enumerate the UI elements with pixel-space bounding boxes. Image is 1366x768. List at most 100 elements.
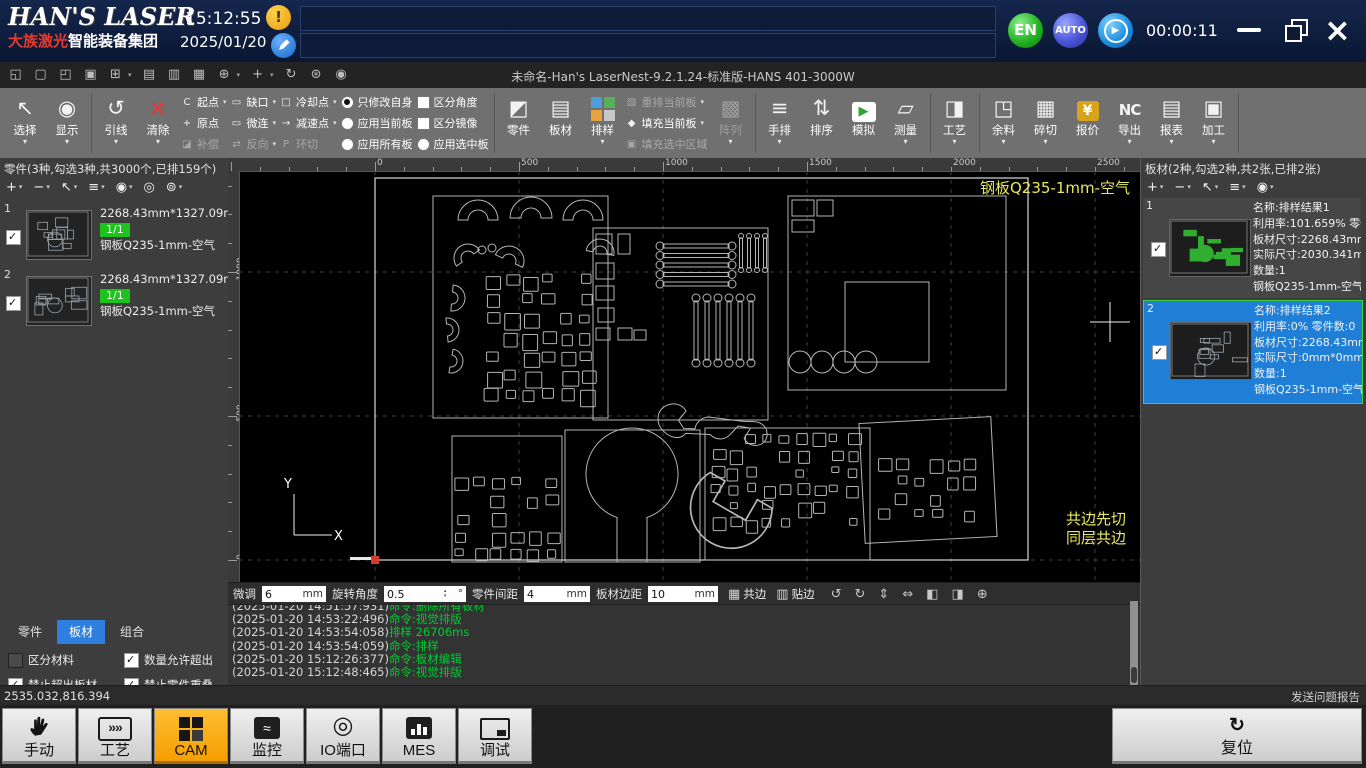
common-edge-toggle[interactable]: ▦共边 bbox=[728, 586, 766, 602]
parts-remove-part-button[interactable]: −▾ bbox=[33, 180, 49, 195]
new-file-icon[interactable]: ▢ bbox=[33, 67, 48, 82]
rotate-angle-input[interactable] bbox=[387, 587, 433, 601]
rotate-cw-icon[interactable]: ↻ bbox=[855, 587, 866, 602]
ribbon-option-checkbox[interactable]: 区分角度 bbox=[417, 93, 489, 112]
checkbox[interactable] bbox=[417, 117, 430, 130]
plate-list-item[interactable]: 1名称:排样结果1利用率:101.659% 零件数:1板材尺寸:2268.43m… bbox=[1143, 198, 1361, 298]
part-spacing-input[interactable] bbox=[527, 587, 563, 601]
nav-button-手动[interactable]: 手动 bbox=[2, 708, 76, 764]
export-icon[interactable]: ▥ bbox=[167, 67, 182, 82]
ribbon-option-radio[interactable]: 应用选中板 bbox=[417, 135, 489, 154]
nav-button-工艺[interactable]: »»工艺 bbox=[78, 708, 152, 764]
save-as-icon-dropdown[interactable]: ▾ bbox=[128, 71, 132, 79]
mirror-horizontal-icon[interactable]: ⇔ bbox=[902, 587, 913, 602]
ribbon-button-lead-line[interactable]: ↺引线▾ bbox=[95, 88, 137, 158]
close-button[interactable] bbox=[1324, 10, 1351, 50]
parts-add-part-button[interactable]: +▾ bbox=[6, 180, 22, 195]
dock-icon[interactable]: ⊕ bbox=[977, 587, 988, 602]
ribbon-button-display-eye[interactable]: ◉显示▾ bbox=[46, 88, 88, 158]
mirror-vertical-icon[interactable]: ◧ bbox=[926, 587, 938, 602]
radio-unselected[interactable] bbox=[417, 138, 430, 151]
ribbon-button-part[interactable]: ◩零件 bbox=[498, 88, 540, 158]
ribbon-button-select-cursor[interactable]: ↖选择▾ bbox=[4, 88, 46, 158]
part-item-checkbox[interactable] bbox=[6, 230, 21, 245]
plates-visibility-button[interactable]: ◉▾ bbox=[1257, 180, 1274, 195]
ribbon-button-array[interactable]: ▩阵列▾ bbox=[710, 88, 752, 158]
option-checkbox-unchecked[interactable] bbox=[8, 653, 23, 668]
ribbon-option-item[interactable]: C起点▾ bbox=[181, 93, 227, 112]
import-icon[interactable]: ▤ bbox=[142, 67, 157, 82]
plate-item-checkbox[interactable] bbox=[1152, 345, 1167, 360]
part-item-checkbox[interactable] bbox=[6, 296, 21, 311]
radio-selected[interactable] bbox=[341, 96, 354, 109]
plates-remove-plate-button[interactable]: −▾ bbox=[1174, 180, 1190, 195]
ribbon-button-report[interactable]: ▤报表▾ bbox=[1151, 88, 1193, 158]
command-log[interactable]: (2025-01-20 14:51:57:931)命令:删除所有板材(2025-… bbox=[228, 604, 1144, 686]
sync-icon[interactable]: ↻ bbox=[284, 67, 299, 82]
ribbon-button-remnant[interactable]: ◳余料▾ bbox=[983, 88, 1025, 158]
rotate-ccw-icon[interactable]: ↺ bbox=[831, 587, 842, 602]
minimize-button[interactable] bbox=[1237, 28, 1261, 32]
ribbon-option-radio[interactable]: 应用当前板 bbox=[341, 114, 413, 133]
send-report-link[interactable]: 发送问题报告 bbox=[1291, 689, 1360, 705]
ribbon-button-craft[interactable]: ◨工艺▾ bbox=[934, 88, 976, 158]
ribbon-option-radio[interactable]: 只修改自身 bbox=[341, 93, 413, 112]
plates-sort-plates-button[interactable]: ≡▾ bbox=[1229, 180, 1245, 195]
ribbon-option-item[interactable]: ▭缺口▾ bbox=[231, 93, 277, 112]
option-0[interactable]: 区分材料 bbox=[8, 652, 124, 668]
save-as-icon[interactable]: ⊞ bbox=[108, 67, 123, 82]
machine-config-icon[interactable]: ▦ bbox=[192, 67, 207, 82]
ribbon-button-sort-order[interactable]: ⇅排序 bbox=[801, 88, 843, 158]
ribbon-button-measure[interactable]: ▱测量▾ bbox=[885, 88, 927, 158]
ribbon-option-item[interactable]: ⇄反向▾ bbox=[231, 135, 277, 154]
plate-margin-input[interactable] bbox=[651, 587, 689, 601]
fit-window-icon[interactable]: ◱ bbox=[8, 67, 23, 82]
ribbon-option-item[interactable]: ◆填充当前板▾ bbox=[626, 114, 708, 133]
nesting-canvas[interactable]: YX 05001000150020002500 10005000 钢板Q235-… bbox=[228, 158, 1140, 582]
language-badge[interactable]: EN bbox=[1008, 13, 1043, 48]
ribbon-button-clear[interactable]: ×清除▾ bbox=[137, 88, 179, 158]
ribbon-button-scrap-cut[interactable]: ▦碎切▾ bbox=[1025, 88, 1067, 158]
snap-edge-toggle[interactable]: ▥贴边 bbox=[776, 586, 814, 602]
ribbon-button-simulate[interactable]: ▶模拟 bbox=[843, 88, 885, 158]
move-icon[interactable]: + bbox=[250, 67, 265, 82]
ribbon-button-export-nc[interactable]: NC导出▾ bbox=[1109, 88, 1151, 158]
parts-info-button[interactable]: ◎ bbox=[144, 180, 155, 195]
part-list-item[interactable]: 22268.43mm*1327.09mm1/1钢板Q235-1mm-空气 bbox=[2, 268, 226, 332]
ribbon-option-item[interactable]: ◪补偿 bbox=[181, 135, 227, 154]
ribbon-option-item[interactable]: ▧重排当前板▾ bbox=[626, 93, 708, 112]
ribbon-button-manual-nest[interactable]: ≡手排▾ bbox=[759, 88, 801, 158]
ribbon-option-checkbox[interactable]: 区分镜像 bbox=[417, 114, 489, 133]
plate-list-item-selected[interactable]: 2名称:排样结果2利用率:0% 零件数:0板材尺寸:2268.43mm*1327… bbox=[1143, 300, 1363, 404]
edit-icon[interactable] bbox=[271, 33, 296, 58]
option-1[interactable]: 数量允许超出 bbox=[124, 652, 224, 668]
spinner-arrows[interactable]: ▴▾ bbox=[444, 589, 447, 599]
log-scrollbar[interactable] bbox=[1130, 601, 1138, 685]
ribbon-button-quote[interactable]: ¥报价 bbox=[1067, 88, 1109, 158]
parts-select-parts-button[interactable]: ↖▾ bbox=[61, 180, 77, 195]
settings-icon[interactable]: ⊛ bbox=[309, 67, 324, 82]
nav-button-io端口[interactable]: ◎IO端口 bbox=[306, 708, 380, 764]
tab-parts[interactable]: 零件 bbox=[6, 620, 54, 644]
ribbon-option-item[interactable]: ▣填充选中区域 bbox=[626, 135, 708, 154]
part-list-item[interactable]: 12268.43mm*1327.09mm1/1钢板Q235-1mm-空气 bbox=[2, 202, 226, 266]
save-icon[interactable]: ▣ bbox=[83, 67, 98, 82]
radio-unselected[interactable] bbox=[341, 117, 354, 130]
parts-sort-parts-button[interactable]: ≡▾ bbox=[88, 180, 104, 195]
reset-button[interactable]: ↻ 复位 bbox=[1112, 708, 1362, 764]
plate-item-checkbox[interactable] bbox=[1151, 242, 1166, 257]
checkbox[interactable] bbox=[417, 96, 430, 109]
option-checkbox-checked[interactable] bbox=[124, 653, 139, 668]
nav-button-调试[interactable]: 调试 bbox=[458, 708, 532, 764]
auto-mode-badge[interactable]: AUTO bbox=[1053, 13, 1088, 48]
open-file-icon[interactable]: ◰ bbox=[58, 67, 73, 82]
plates-select-plates-button[interactable]: ↖▾ bbox=[1202, 180, 1218, 195]
ribbon-option-item[interactable]: □冷却点▾ bbox=[280, 93, 337, 112]
ribbon-option-radio[interactable]: 应用所有板 bbox=[341, 135, 413, 154]
ribbon-option-item[interactable]: ▭微连▾ bbox=[231, 114, 277, 133]
rotate-90-icon[interactable]: ◨ bbox=[952, 587, 964, 602]
move-icon-dropdown[interactable]: ▾ bbox=[270, 71, 274, 79]
ribbon-button-machining[interactable]: ▣加工▾ bbox=[1193, 88, 1235, 158]
ribbon-button-plate[interactable]: ▤板材 bbox=[540, 88, 582, 158]
radio-unselected[interactable] bbox=[341, 138, 354, 151]
